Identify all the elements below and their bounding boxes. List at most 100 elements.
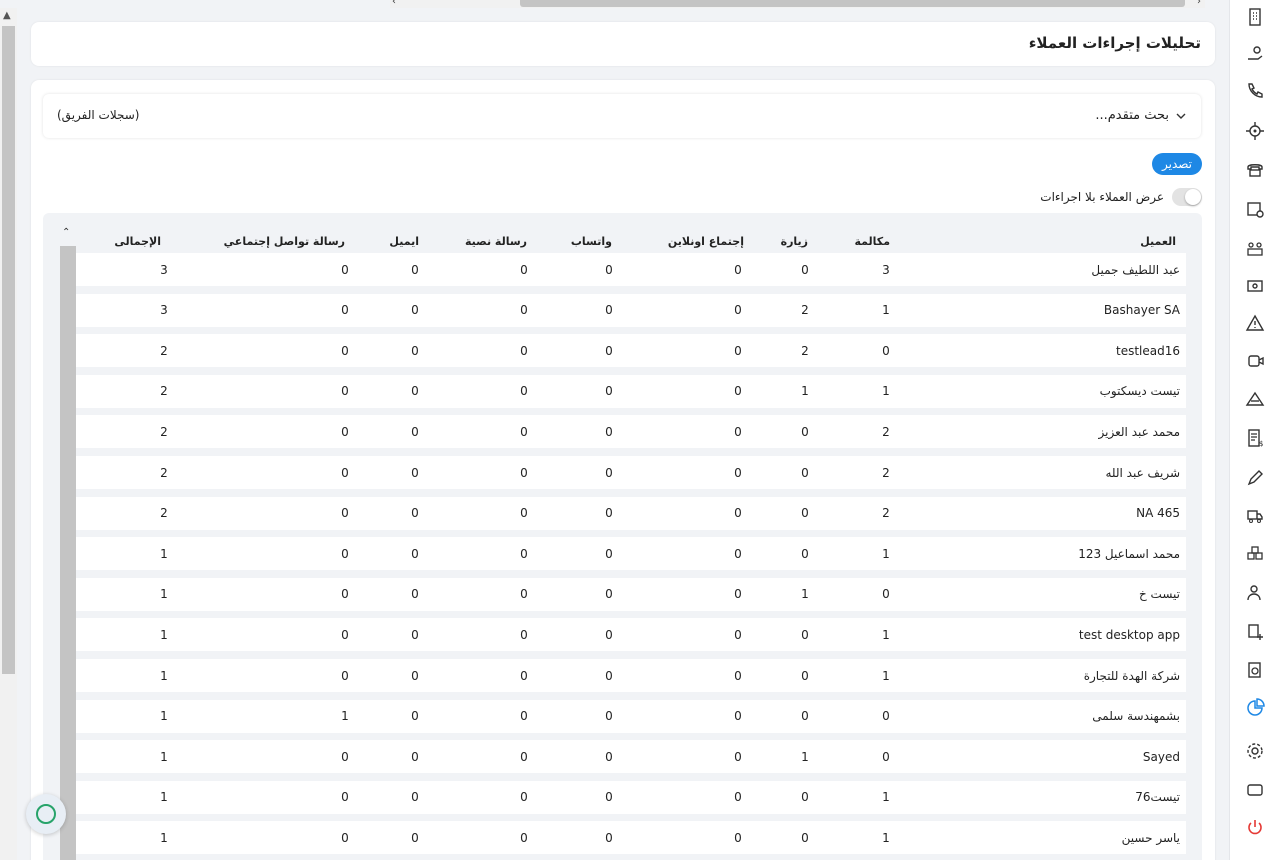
team-icon[interactable] [1244,237,1266,259]
table-vertical-scrollbar[interactable] [60,246,76,860]
header-client[interactable]: العميل [1140,229,1176,253]
cell-client: Bashayer SA [1103,303,1180,318]
header-social-message[interactable]: رسالة تواصل إجتماعي [224,229,345,253]
cell-total: 1 [160,749,168,764]
settings-icon[interactable] [1244,740,1266,762]
table-row[interactable]: تيست76 1 0 0 0 0 0 0 1 [76,780,1186,814]
cell-client: تيست ديسكتوب [1099,384,1180,399]
boxes-icon[interactable] [1244,543,1266,565]
header-sms[interactable]: رسالة نصية [465,229,527,253]
chat-widget-button[interactable] [26,794,66,834]
advanced-search-toggle[interactable]: بحث متقدم... [1095,108,1187,123]
table-row[interactable]: عبد اللطيف جميل 3 0 0 0 0 0 0 3 [76,253,1186,286]
table-row[interactable]: تيست ديسكتوب 1 1 0 0 0 0 0 2 [76,374,1186,408]
cell-whatsapp: 0 [605,506,613,521]
cell-client: test desktop app [1078,627,1180,642]
export-button[interactable]: تصدير [1152,153,1202,175]
screen-icon[interactable] [1244,779,1266,801]
cell-call: 1 [882,790,890,805]
cell-client: تيست خ [1138,587,1180,602]
cell-email: 0 [411,546,419,561]
cell-social-message: 0 [341,262,349,277]
calendar-add-icon[interactable] [1244,198,1266,220]
cell-sms: 0 [520,465,528,480]
power-icon[interactable] [1244,816,1266,838]
cell-email: 0 [411,709,419,724]
show-no-action-label: عرض العملاء بلا اجراءات [1040,190,1164,204]
cell-social-message: 0 [341,343,349,358]
invoice-icon[interactable]: $ [1244,427,1266,449]
hand-coin-icon[interactable] [1244,43,1266,65]
show-no-action-toggle[interactable] [1172,188,1202,206]
header-total[interactable]: الإجمالى [114,229,161,253]
cell-call: 0 [882,749,890,764]
cell-online-meeting: 0 [734,506,742,521]
cell-social-message: 0 [341,587,349,602]
file-sync-icon[interactable] [1244,659,1266,681]
scrollbar-thumb[interactable] [2,26,15,674]
scroll-left-arrow-icon[interactable]: ‹ [392,0,396,7]
cell-call: 3 [882,262,890,277]
table-row[interactable]: شريف عبد الله 2 0 0 0 0 0 0 2 [76,456,1186,489]
cell-email: 0 [411,668,419,683]
cell-whatsapp: 0 [605,709,613,724]
header-whatsapp[interactable]: واتساب [571,229,612,253]
header-email[interactable]: ايميل [389,229,419,253]
cell-total: 2 [160,424,168,439]
cell-client: بشمهندسة سلمى [1092,709,1180,724]
cell-call: 0 [882,709,890,724]
table-row[interactable]: شركة الهدة للتجارة 1 0 0 0 0 0 0 1 [76,659,1186,692]
header-call[interactable]: مكالمة [854,229,890,253]
cell-total: 3 [160,303,168,318]
video-call-icon[interactable] [1244,350,1266,372]
scrollbar-thumb[interactable] [520,0,1185,7]
table-row[interactable]: بشمهندسة سلمى 0 0 0 0 0 0 1 1 [76,699,1186,733]
cell-social-message: 0 [341,790,349,805]
page-vertical-scrollbar[interactable]: ▲ [0,8,17,860]
target-icon[interactable] [1244,120,1266,142]
scroll-right-arrow-icon[interactable]: › [1197,0,1201,7]
table-row[interactable]: محمد اسماعيل 123 1 0 0 0 0 0 0 1 [76,537,1186,571]
filter-bar: بحث متقدم... (سجلات الفريق) [43,94,1201,138]
table-row[interactable]: NA 465 2 0 0 0 0 0 0 2 [76,496,1186,530]
cash-icon[interactable] [1244,275,1266,297]
analytics-icon[interactable] [1244,697,1266,719]
cell-online-meeting: 0 [734,587,742,602]
truck-icon[interactable] [1244,505,1266,527]
top-horizontal-scrollbar[interactable]: ‹ › [390,0,1205,8]
svg-text:$: $ [1259,440,1263,448]
header-online-meeting[interactable]: إجتماع اونلاين [668,229,744,253]
table-row[interactable]: ياسر حسين 1 0 0 0 0 0 0 1 [76,821,1186,855]
cell-client: ياسر حسين [1121,830,1180,845]
cell-call: 2 [882,465,890,480]
cell-visit: 0 [801,546,809,561]
cell-client: تيست76 [1135,790,1180,805]
header-visit[interactable]: زيارة [781,229,808,253]
network-icon[interactable] [1244,388,1266,410]
cell-email: 0 [411,424,419,439]
table-row[interactable]: testlead16 0 2 0 0 0 0 0 2 [76,334,1186,368]
building-icon[interactable] [1244,6,1266,28]
table-row[interactable]: محمد عبد العزيز 2 0 0 0 0 0 0 2 [76,415,1186,449]
table-row[interactable]: Bashayer SA 1 2 0 0 0 0 0 3 [76,293,1186,327]
scroll-up-arrow-icon[interactable]: ▲ [3,10,11,21]
add-document-icon[interactable] [1244,621,1266,643]
table-scroll-up-icon[interactable]: ⌃ [62,227,70,238]
cell-whatsapp: 0 [605,790,613,805]
pen-icon[interactable] [1244,467,1266,489]
cell-online-meeting: 0 [734,343,742,358]
cell-total: 1 [160,709,168,724]
user-settings-icon[interactable] [1244,582,1266,604]
cell-email: 0 [411,749,419,764]
desk-phone-icon[interactable] [1244,158,1266,180]
table-row[interactable]: test desktop app 1 0 0 0 0 0 0 1 [76,618,1186,652]
cell-call: 1 [882,546,890,561]
phone-call-icon[interactable] [1244,80,1266,102]
cell-visit: 1 [801,749,809,764]
cell-online-meeting: 0 [734,709,742,724]
cell-sms: 0 [520,262,528,277]
warning-icon[interactable] [1244,312,1266,334]
cell-online-meeting: 0 [734,627,742,642]
table-row[interactable]: Sayed 0 1 0 0 0 0 0 1 [76,740,1186,774]
table-row[interactable]: تيست خ 0 1 0 0 0 0 0 1 [76,577,1186,611]
